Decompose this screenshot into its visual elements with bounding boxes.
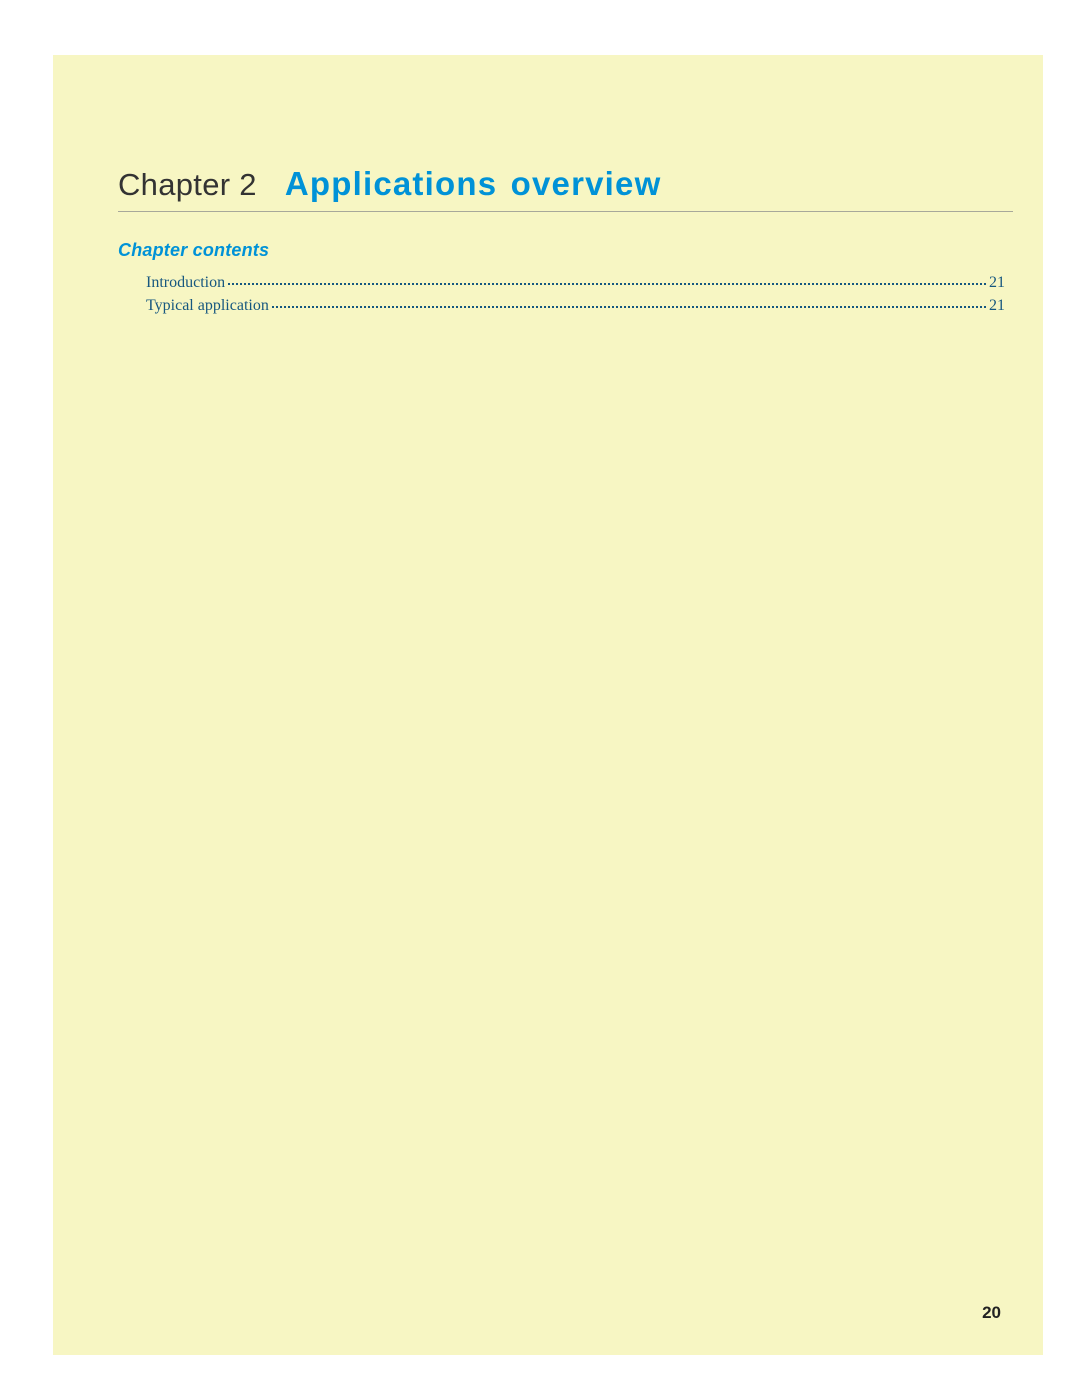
contents-heading: Chapter contents (118, 240, 1013, 261)
toc-entry-page: 21 (989, 271, 1005, 294)
document-page: Chapter 2 Applications overview Chapter … (53, 55, 1043, 1355)
chapter-title: Applications overview (285, 165, 662, 203)
toc-entry[interactable]: Typical application 21 (146, 294, 1005, 317)
toc-entry[interactable]: Introduction 21 (146, 271, 1005, 294)
page-number: 20 (982, 1303, 1001, 1323)
toc-entry-label: Typical application (146, 294, 269, 317)
chapter-heading: Chapter 2 Applications overview (118, 165, 1013, 212)
chapter-number: Chapter 2 (118, 167, 257, 203)
toc-entry-label: Introduction (146, 271, 225, 294)
toc-leader-dots (272, 306, 986, 308)
toc-entry-page: 21 (989, 294, 1005, 317)
table-of-contents: Introduction 21 Typical application 21 (118, 271, 1013, 317)
toc-leader-dots (228, 283, 986, 285)
